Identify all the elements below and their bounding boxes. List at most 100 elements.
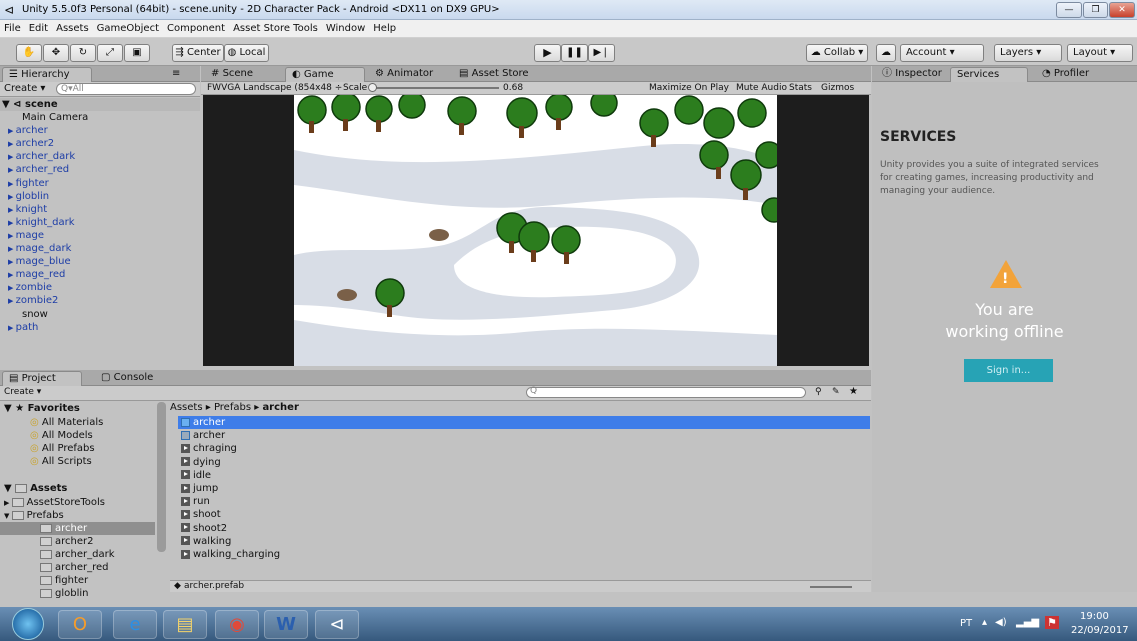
play-button[interactable]: ▶: [534, 44, 561, 62]
file-item[interactable]: run: [178, 495, 478, 508]
filter-by-type-icon[interactable]: ⚲: [815, 387, 822, 397]
word-icon[interactable]: W: [264, 610, 308, 639]
menu-asset-store-tools[interactable]: Asset Store Tools: [229, 20, 322, 34]
favorite-item[interactable]: ◎ All Scripts: [30, 455, 92, 468]
file-item[interactable]: chraging: [178, 442, 478, 455]
hierarchy-item[interactable]: ▶ globlin: [8, 190, 49, 203]
mute-audio-toggle[interactable]: Mute Audio: [736, 83, 787, 93]
maximize-on-play-toggle[interactable]: Maximize On Play: [649, 83, 729, 93]
tab-profiler[interactable]: ◔ Profiler: [1036, 67, 1095, 82]
collab-dropdown[interactable]: ☁ Collab ▾: [806, 44, 868, 62]
expand-arrow-icon[interactable]: ▶: [8, 140, 16, 148]
tree-scrollbar[interactable]: [157, 402, 166, 552]
tab-hierarchy[interactable]: ☰ Hierarchy: [2, 67, 92, 82]
volume-icon[interactable]: ◀): [995, 617, 1007, 628]
breadcrumb-archer[interactable]: archer: [262, 402, 298, 413]
action-center-icon[interactable]: ⚑: [1045, 616, 1059, 629]
hierarchy-item[interactable]: Main Camera: [22, 111, 88, 124]
hierarchy-item[interactable]: ▶ zombie2: [8, 294, 58, 307]
pivot-local-toggle[interactable]: ◍ Local: [224, 44, 269, 62]
tab-game[interactable]: ◐ Game: [285, 67, 365, 82]
panel-menu-icon[interactable]: ≡: [172, 68, 180, 79]
expand-arrow-icon[interactable]: ▶: [8, 297, 16, 305]
maximize-button[interactable]: ❐: [1083, 2, 1108, 18]
hierarchy-search-input[interactable]: Q▾All: [56, 83, 196, 95]
scale-tool-icon[interactable]: ⤢: [97, 44, 123, 62]
stats-toggle[interactable]: Stats: [789, 83, 812, 93]
expand-arrow-icon[interactable]: ▶: [8, 245, 16, 253]
rotate-tool-icon[interactable]: ↻: [70, 44, 96, 62]
file-item[interactable]: shoot: [178, 508, 478, 521]
menu-window[interactable]: Window: [322, 20, 369, 34]
file-item[interactable]: shoot2: [178, 522, 478, 535]
hierarchy-item[interactable]: ▶ mage_dark: [8, 242, 71, 255]
hierarchy-item[interactable]: ▶ fighter: [8, 177, 49, 190]
favorite-item[interactable]: ◎ All Prefabs: [30, 442, 95, 455]
hierarchy-item[interactable]: ▶ mage_blue: [8, 255, 71, 268]
breadcrumb-prefabs[interactable]: Prefabs: [214, 402, 251, 413]
project-create-button[interactable]: Create ▾: [4, 387, 41, 397]
asset-folder-item[interactable]: archer: [0, 522, 155, 535]
pause-button[interactable]: ❚❚: [561, 44, 588, 62]
minimize-button[interactable]: —: [1056, 2, 1082, 18]
clock-date[interactable]: 22/09/2017: [1071, 625, 1129, 636]
internet-explorer-icon[interactable]: e: [113, 610, 157, 639]
breadcrumb-assets[interactable]: Assets: [170, 402, 203, 413]
project-search-input[interactable]: [526, 387, 806, 398]
file-item[interactable]: walking_charging: [178, 548, 478, 561]
hierarchy-item[interactable]: ▶ archer_dark: [8, 150, 75, 163]
layout-dropdown[interactable]: Layout ▾: [1067, 44, 1133, 62]
hand-tool-icon[interactable]: ✋: [16, 44, 42, 62]
tab-services[interactable]: Services: [950, 67, 1028, 82]
asset-folder-item[interactable]: ▶ AssetStoreTools: [0, 496, 155, 509]
collapse-arrow-icon[interactable]: ▼: [4, 512, 12, 520]
file-item[interactable]: idle: [178, 469, 478, 482]
asset-folder-item[interactable]: archer2: [0, 535, 155, 548]
tab-scene[interactable]: # Scene: [205, 67, 259, 82]
hierarchy-item[interactable]: ▶ archer_red: [8, 163, 69, 176]
expand-arrow-icon[interactable]: ▶: [8, 232, 16, 240]
close-button[interactable]: ✕: [1109, 2, 1135, 18]
tray-arrow-icon[interactable]: ▴: [982, 617, 987, 628]
hierarchy-item[interactable]: ▶ path: [8, 321, 38, 334]
hierarchy-create-button[interactable]: Create ▾: [4, 83, 45, 94]
icon-size-slider[interactable]: [810, 586, 852, 588]
hierarchy-item[interactable]: ▶ archer2: [8, 137, 54, 150]
menu-file[interactable]: File: [0, 20, 25, 34]
filter-by-label-icon[interactable]: ✎: [832, 387, 840, 397]
tab-animator[interactable]: ⚙ Animator: [369, 67, 439, 82]
file-item[interactable]: dying: [178, 456, 478, 469]
tab-inspector[interactable]: ⓘ Inspector: [876, 67, 948, 82]
expand-arrow-icon[interactable]: ▶: [8, 193, 16, 201]
hierarchy-item[interactable]: snow: [22, 308, 48, 321]
expand-arrow-icon[interactable]: ▶: [8, 219, 16, 227]
gizmos-dropdown[interactable]: Gizmos: [821, 83, 854, 93]
file-item[interactable]: archer: [178, 416, 870, 429]
hierarchy-item[interactable]: ▶ archer: [8, 124, 48, 137]
menu-component[interactable]: Component: [163, 20, 229, 34]
assets-header[interactable]: ▼ Assets: [4, 482, 67, 495]
file-item[interactable]: walking: [178, 535, 478, 548]
favorite-item[interactable]: ◎ All Models: [30, 429, 93, 442]
chrome-icon[interactable]: ◉: [215, 610, 259, 639]
expand-arrow-icon[interactable]: ▶: [8, 166, 16, 174]
hierarchy-item[interactable]: ▶ mage_red: [8, 268, 65, 281]
scale-slider-thumb[interactable]: [368, 83, 377, 92]
expand-arrow-icon[interactable]: ▶: [8, 271, 16, 279]
start-button-icon[interactable]: [12, 608, 44, 640]
tab-console[interactable]: ▢ Console: [95, 371, 159, 386]
move-tool-icon[interactable]: ✥: [43, 44, 69, 62]
menu-gameobject[interactable]: GameObject: [93, 20, 163, 34]
expand-arrow-icon[interactable]: ▶: [8, 324, 16, 332]
expand-arrow-icon[interactable]: ▶: [8, 180, 16, 188]
language-indicator[interactable]: PT: [960, 618, 972, 629]
pivot-center-toggle[interactable]: ⇶ Center: [172, 44, 224, 62]
rect-tool-icon[interactable]: ▣: [124, 44, 150, 62]
hierarchy-item[interactable]: ▶ zombie: [8, 281, 52, 294]
expand-arrow-icon[interactable]: ▶: [8, 127, 16, 135]
file-item[interactable]: jump: [178, 482, 478, 495]
favorites-header[interactable]: ▼ ★ Favorites: [4, 402, 80, 415]
expand-arrow-icon[interactable]: ▶: [8, 153, 16, 161]
tab-project[interactable]: ▤ Project: [2, 371, 82, 386]
hierarchy-item[interactable]: ▶ knight_dark: [8, 216, 75, 229]
